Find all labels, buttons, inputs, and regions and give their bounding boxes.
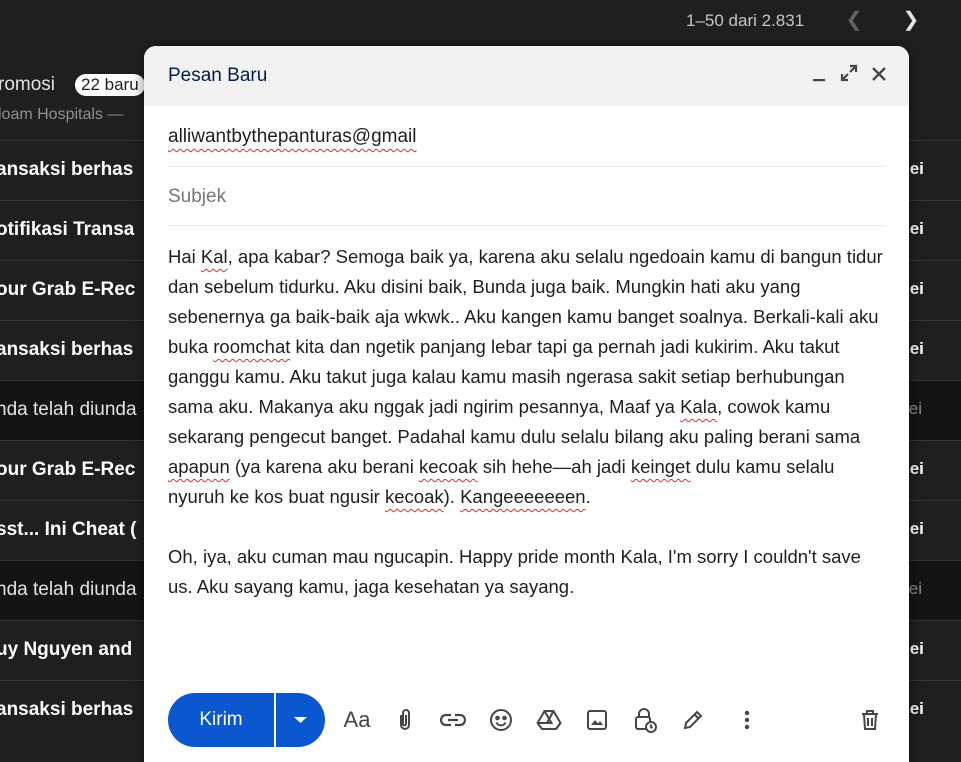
misspelled-word: kecoak bbox=[418, 456, 478, 477]
sender: nda telah diunda bbox=[0, 579, 137, 600]
drive-icon[interactable] bbox=[534, 705, 564, 735]
body-paragraph-2: Oh, iya, aku cuman mau ngucapin. Happy p… bbox=[168, 546, 861, 597]
attach-icon[interactable] bbox=[390, 705, 420, 735]
compose-header[interactable]: Pesan Baru bbox=[144, 46, 909, 106]
sender: otifikasi Transa bbox=[0, 219, 135, 240]
sender: our Grab E-Rec bbox=[0, 459, 136, 480]
misspelled-word: Kangeeeeeeen bbox=[460, 486, 586, 507]
body-paragraph-1: Hai Kal, apa kabar? Semoga baik ya, kare… bbox=[168, 242, 890, 512]
send-options-button[interactable] bbox=[276, 693, 325, 747]
sender: ansaksi berhas bbox=[0, 699, 134, 720]
formatting-button[interactable]: Aa bbox=[342, 705, 372, 735]
message-body[interactable]: Hai Kal, apa kabar? Semoga baik ya, kare… bbox=[168, 242, 890, 632]
send-button[interactable]: Kirim bbox=[168, 693, 274, 747]
sender: ansaksi berhas bbox=[0, 339, 134, 360]
compose-window: Pesan Baru alliwantbythepanturas@gmail H… bbox=[144, 46, 909, 762]
sender: nda telah diunda bbox=[0, 399, 137, 420]
link-icon[interactable] bbox=[438, 705, 468, 735]
sender: sst... Ini Cheat ( bbox=[0, 519, 137, 540]
confidential-mode-icon[interactable] bbox=[630, 705, 660, 735]
emoji-icon[interactable] bbox=[486, 705, 516, 735]
minimize-icon[interactable] bbox=[807, 64, 831, 88]
fullscreen-icon[interactable] bbox=[837, 64, 861, 88]
new-count-badge: 22 baru bbox=[75, 74, 145, 96]
sender: our Grab E-Rec bbox=[0, 279, 136, 300]
subject-input[interactable] bbox=[168, 183, 868, 211]
body-text: (ya karena aku berani bbox=[229, 456, 419, 477]
body-text: . bbox=[585, 486, 591, 507]
top-bar: 1–50 dari 2.831 ❮ ❯ bbox=[0, 0, 961, 42]
promotions-senders: loam Hospitals — bbox=[0, 106, 124, 123]
chevron-left-icon[interactable]: ❮ bbox=[843, 9, 865, 31]
misspelled-word: Kala bbox=[680, 396, 718, 417]
trash-icon[interactable] bbox=[855, 705, 885, 735]
misspelled-word: apapun bbox=[168, 456, 230, 477]
misspelled-word: keinget bbox=[630, 456, 691, 477]
body-text: Hai bbox=[168, 246, 201, 267]
recipient-field[interactable]: alliwantbythepanturas@gmail bbox=[168, 108, 885, 167]
signature-pen-icon[interactable] bbox=[678, 705, 708, 735]
close-icon[interactable] bbox=[867, 64, 891, 88]
image-icon[interactable] bbox=[582, 705, 612, 735]
misspelled-word: roomchat bbox=[213, 336, 291, 357]
compose-title: Pesan Baru bbox=[168, 65, 268, 86]
send-group: Kirim bbox=[168, 693, 325, 747]
promotions-label: romosi bbox=[0, 74, 56, 95]
chevron-down-icon bbox=[294, 717, 307, 723]
sender: ansaksi berhas bbox=[0, 159, 134, 180]
misspelled-word: kecoak bbox=[385, 486, 444, 507]
pagination-range: 1–50 dari 2.831 bbox=[686, 11, 805, 30]
chevron-right-icon[interactable]: ❯ bbox=[900, 9, 922, 31]
body-text: ). bbox=[443, 486, 461, 507]
more-options-icon[interactable] bbox=[732, 705, 762, 735]
subject-field[interactable] bbox=[168, 167, 885, 226]
misspelled-word: Kal bbox=[200, 246, 228, 267]
body-text: sih hehe—ah jadi bbox=[477, 456, 631, 477]
recipient-value: alliwantbythepanturas@gmail bbox=[168, 126, 417, 147]
sender: uy Nguyen and bbox=[0, 639, 133, 660]
